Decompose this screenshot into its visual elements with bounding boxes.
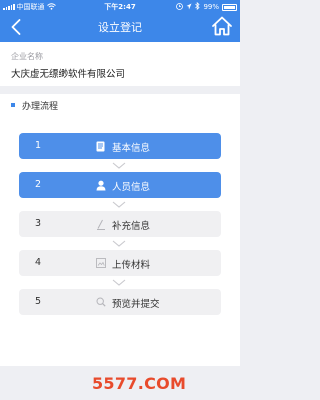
top-bar: 中国联通 下午2:47 99% 设立登记	[0, 0, 240, 42]
step-number: 3	[35, 218, 42, 229]
home-button[interactable]	[211, 15, 233, 37]
step-number: 5	[35, 296, 42, 307]
step-personnel-info[interactable]: 2 人员信息	[19, 172, 221, 198]
step-label: 人员信息	[112, 182, 151, 193]
page-title: 设立登记	[98, 21, 142, 34]
location-icon	[186, 3, 192, 12]
company-card: 企业名称 大庆虚无缥缈软件有限公司	[0, 42, 240, 86]
step-label: 预览并提交	[112, 299, 160, 310]
company-name-label: 企业名称	[11, 52, 43, 61]
status-right: 99%	[176, 1, 237, 12]
step-number: 2	[35, 179, 42, 190]
status-bar: 中国联通 下午2:47 99%	[0, 0, 240, 13]
process-flow: 1 基本信息 2 人员信息 3 补充信息 4 上传材料 5 预览并提交	[0, 116, 240, 366]
nav-bar: 设立登记	[0, 13, 240, 42]
chevron-down-icon	[112, 240, 126, 247]
alarm-icon	[176, 2, 184, 12]
search-icon	[95, 296, 106, 308]
image-icon	[95, 257, 106, 269]
section-marker	[11, 103, 15, 107]
person-icon	[95, 179, 106, 191]
process-section-header: 办理流程	[0, 94, 240, 116]
step-label: 补充信息	[112, 221, 151, 232]
watermark-logo: 5577.COM	[92, 374, 187, 393]
step-number: 4	[35, 257, 42, 268]
step-basic-info[interactable]: 1 基本信息	[19, 133, 221, 159]
document-icon	[95, 140, 106, 152]
bluetooth-icon	[195, 1, 201, 12]
process-title: 办理流程	[22, 102, 59, 112]
step-preview-submit[interactable]: 5 预览并提交	[19, 289, 221, 315]
step-label: 基本信息	[112, 143, 151, 154]
pencil-icon	[95, 218, 106, 230]
battery-icon	[222, 3, 237, 11]
battery-percent: 99%	[203, 3, 219, 11]
step-number: 1	[35, 140, 42, 151]
home-icon	[212, 16, 232, 36]
chevron-down-icon	[112, 201, 126, 208]
step-upload-materials[interactable]: 4 上传材料	[19, 250, 221, 276]
step-supplementary-info[interactable]: 3 补充信息	[19, 211, 221, 237]
company-name-value: 大庆虚无缥缈软件有限公司	[11, 69, 126, 80]
chevron-down-icon	[112, 162, 126, 169]
chevron-down-icon	[112, 279, 126, 286]
step-label: 上传材料	[112, 260, 151, 271]
